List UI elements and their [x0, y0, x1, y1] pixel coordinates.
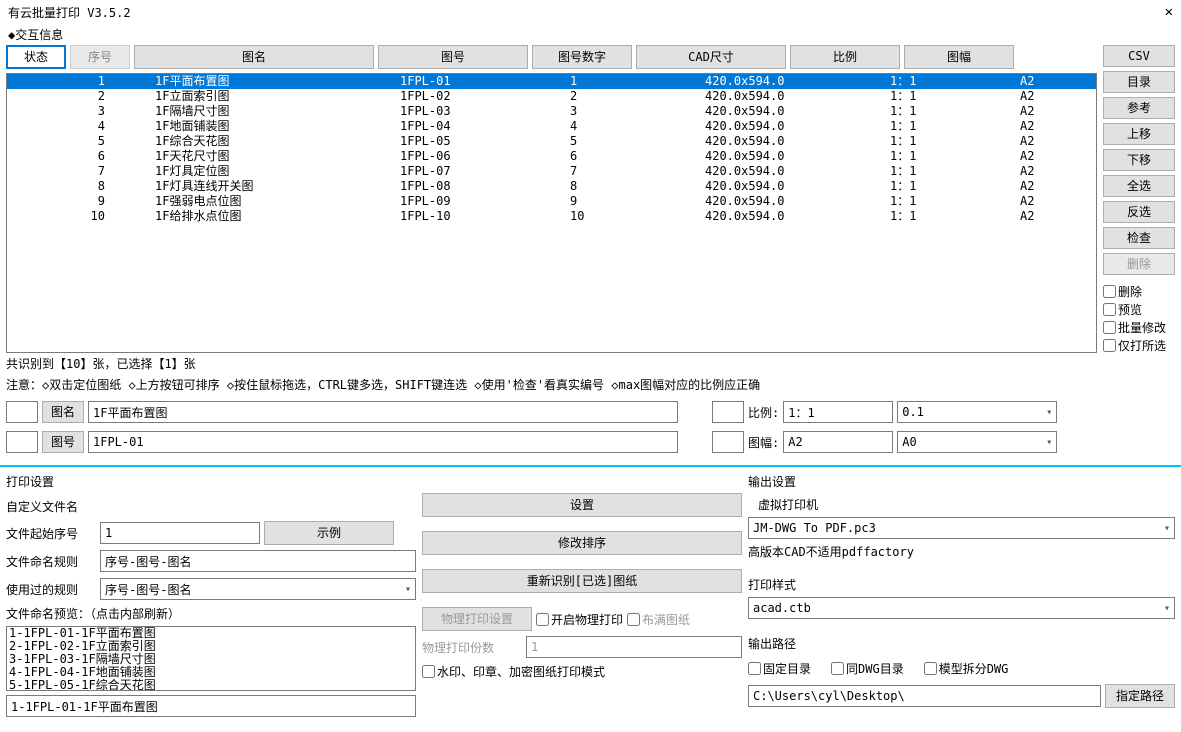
printer-combo[interactable]: JM-DWG To PDF.pc3▾ [748, 517, 1175, 539]
reorder-btn[interactable]: 修改排序 [422, 531, 742, 555]
style-lbl: 打印样式 [748, 576, 1175, 593]
table-row[interactable]: 61F天花尺寸图1FPL-066420.0x594.01：1A2 [7, 149, 1096, 164]
table-row[interactable]: 51F综合天花图1FPL-055420.0x594.01：1A2 [7, 134, 1096, 149]
used-combo[interactable]: 序号-图号-图名▾ [100, 578, 416, 600]
btn-catalog[interactable]: 目录 [1103, 71, 1175, 93]
chk-split-dwg[interactable]: 模型拆分DWG [924, 660, 1009, 677]
hdr-status[interactable]: 状态 [6, 45, 66, 69]
rule-lbl: 文件命名规则 [6, 553, 96, 570]
hdr-digit[interactable]: 图号数字 [532, 45, 632, 69]
close-icon[interactable]: ✕ [1165, 4, 1173, 20]
reident-btn[interactable]: 重新识别[已选]图纸 [422, 569, 742, 593]
btn-down[interactable]: 下移 [1103, 149, 1175, 171]
btn-up[interactable]: 上移 [1103, 123, 1175, 145]
preview-lbl: 文件命名预览：（点击内部刷新） [6, 605, 416, 622]
btn-csv[interactable]: CSV [1103, 45, 1175, 67]
copies-lbl: 物理打印份数 [422, 639, 522, 656]
table-row[interactable]: 81F灯具连线开关图1FPL-088420.0x594.01：1A2 [7, 179, 1096, 194]
name-label-btn[interactable]: 图名 [42, 401, 84, 423]
preview-list[interactable]: 1-1FPL-01-1F平面布置图2-1FPL-02-1F立面索引图3-1FPL… [6, 626, 416, 691]
data-table[interactable]: 11F平面布置图1FPL-011420.0x594.01：1A221F立面索引图… [6, 73, 1097, 353]
vp-lbl: 虚拟打印机 [748, 496, 1175, 513]
table-row[interactable]: 41F地面铺装图1FPL-044420.0x594.01：1A2 [7, 119, 1096, 134]
path-input[interactable] [748, 685, 1101, 707]
ratio-label: 比例: [748, 404, 779, 421]
chk-fixed-dir[interactable]: 固定目录 [748, 660, 811, 677]
ratio-b-combo[interactable]: 0.1▾ [897, 401, 1057, 423]
start-seq-input[interactable] [100, 522, 260, 544]
phys-set-btn[interactable]: 物理打印设置 [422, 607, 532, 631]
section-header: ◆交互信息 [0, 24, 1181, 45]
print-sec: 打印设置 [6, 471, 416, 492]
hdr-num[interactable]: 图号 [378, 45, 528, 69]
out-sec: 输出设置 [748, 471, 1175, 492]
ratio-checkbox[interactable] [712, 401, 744, 423]
chk-phys-on[interactable]: 开启物理打印 [536, 611, 623, 628]
fmt-a-input[interactable] [783, 431, 893, 453]
btn-del[interactable]: 删除 [1103, 253, 1175, 275]
custom-filename: 自定义文件名 [6, 496, 416, 517]
chk-same-dir[interactable]: 同DWG目录 [831, 660, 904, 677]
window-title: 有云批量打印 V3.5.2 [8, 4, 131, 21]
fmt-b-combo[interactable]: A0▾ [897, 431, 1057, 453]
copies-input[interactable] [526, 636, 742, 658]
table-row[interactable]: 11F平面布置图1FPL-011420.0x594.01：1A2 [7, 74, 1096, 89]
hdr-cad[interactable]: CAD尺寸 [636, 45, 786, 69]
chk-fill[interactable]: 布满图纸 [627, 611, 690, 628]
chk-del[interactable]: 删除 [1103, 283, 1175, 300]
btn-all[interactable]: 全选 [1103, 175, 1175, 197]
name-checkbox[interactable] [6, 401, 38, 423]
table-row[interactable]: 21F立面索引图1FPL-022420.0x594.01：1A2 [7, 89, 1096, 104]
btn-check[interactable]: 检查 [1103, 227, 1175, 249]
btn-inv[interactable]: 反选 [1103, 201, 1175, 223]
hdr-seq[interactable]: 序号 [70, 45, 130, 69]
printer-warn: 高版本CAD不适用pdffactory [748, 543, 1175, 560]
chk-only[interactable]: 仅打所选 [1103, 337, 1175, 354]
note-text: 注意：◇双击定位图纸 ◇上方按钮可排序 ◇按住鼠标拖选，CTRL键多选，SHIF… [6, 374, 1097, 395]
hdr-ratio[interactable]: 比例 [790, 45, 900, 69]
btn-ref[interactable]: 参考 [1103, 97, 1175, 119]
hdr-name[interactable]: 图名 [134, 45, 374, 69]
sample-btn[interactable]: 示例 [264, 521, 394, 545]
status-text: 共识别到【10】张，已选择【1】张 [6, 353, 1097, 374]
style-combo[interactable]: acad.ctb▾ [748, 597, 1175, 619]
num-label-btn[interactable]: 图号 [42, 431, 84, 453]
name-input[interactable] [88, 401, 678, 423]
fmt-checkbox[interactable] [712, 431, 744, 453]
table-row[interactable]: 31F隔墙尺寸图1FPL-033420.0x594.01：1A2 [7, 104, 1096, 119]
rule-input[interactable] [100, 550, 416, 572]
list-item[interactable]: 5-1FPL-05-1F综合天花图 [7, 679, 415, 691]
table-row[interactable]: 91F强弱电点位图1FPL-099420.0x594.01：1A2 [7, 194, 1096, 209]
settings-btn[interactable]: 设置 [422, 493, 742, 517]
table-row[interactable]: 101F给排水点位图1FPL-1010420.0x594.01：1A2 [7, 209, 1096, 224]
path-lbl: 输出路径 [748, 635, 1175, 652]
browse-btn[interactable]: 指定路径 [1105, 684, 1175, 708]
ratio-a-input[interactable] [783, 401, 893, 423]
hdr-format[interactable]: 图幅 [904, 45, 1014, 69]
fmt-label: 图幅: [748, 434, 779, 451]
used-lbl: 使用过的规则 [6, 581, 96, 598]
table-row[interactable]: 71F灯具定位图1FPL-077420.0x594.01：1A2 [7, 164, 1096, 179]
selected-preview[interactable] [6, 695, 416, 717]
start-seq-lbl: 文件起始序号 [6, 525, 96, 542]
chk-batch[interactable]: 批量修改 [1103, 319, 1175, 336]
chk-watermark[interactable]: 水印、印章、加密图纸打印模式 [422, 663, 742, 680]
num-checkbox[interactable] [6, 431, 38, 453]
num-input[interactable] [88, 431, 678, 453]
chk-preview[interactable]: 预览 [1103, 301, 1175, 318]
